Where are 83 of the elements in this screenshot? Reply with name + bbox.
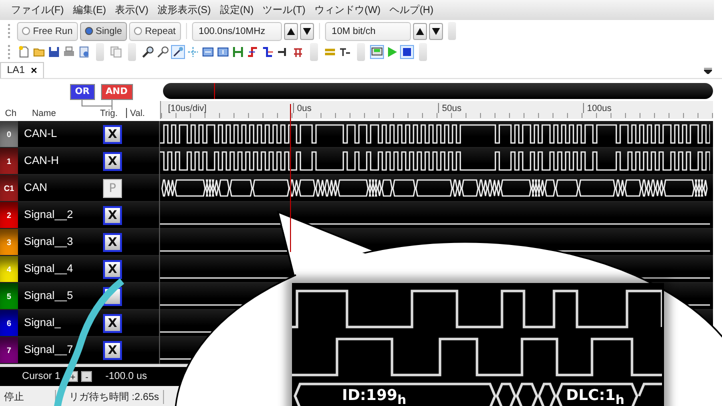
mode-radio-button[interactable]: Repeat — [129, 22, 181, 40]
tab-close-button[interactable]: × — [30, 64, 38, 76]
channel-name[interactable]: Signal__7 — [18, 344, 103, 356]
channel-name[interactable]: Signal__2 — [18, 209, 103, 221]
column-header: Trig. — [100, 108, 119, 118]
channel-name[interactable]: Signal__4 — [18, 263, 103, 275]
up-arrow-icon — [286, 28, 295, 34]
rising-edge-icon[interactable] — [247, 46, 259, 58]
trigger-button[interactable]: X — [103, 314, 122, 332]
stop-icon[interactable] — [401, 46, 413, 58]
trigger-button[interactable]: X — [103, 152, 122, 170]
decrease-button[interactable] — [300, 22, 314, 40]
channel-name[interactable]: CAN-H — [18, 155, 103, 167]
status-text: リガ待ち時間 :2.65s — [56, 390, 164, 404]
document-icon[interactable] — [78, 46, 90, 58]
bus-field-label: ID:199$_{h}$ — [342, 386, 406, 406]
trigger-button[interactable]: X — [103, 206, 122, 224]
increase-button[interactable] — [412, 22, 427, 40]
zoom-in-icon[interactable] — [142, 46, 154, 58]
tab-label[interactable]: LA1 — [7, 65, 25, 76]
channel-number: C1 — [0, 175, 18, 201]
decrease-button[interactable] — [428, 22, 443, 40]
cursor-label: Cursor 1 — [22, 371, 60, 382]
ruler-label: 0us — [293, 103, 312, 113]
overview-marker — [214, 83, 215, 99]
monitor-icon[interactable] — [371, 46, 383, 58]
mode-radio-button[interactable]: Single — [80, 22, 128, 40]
new-file-icon[interactable] — [18, 46, 30, 58]
cursor-value: -100.0 us — [105, 371, 148, 382]
ruler-label: [10us/div] — [167, 103, 207, 113]
trigger-button[interactable]: X — [103, 124, 122, 144]
trigger-logic-button[interactable]: AND — [100, 84, 133, 100]
channel-name[interactable]: CAN-L — [18, 128, 103, 140]
dropdown-icon[interactable] — [704, 68, 712, 74]
status-text: 停止 — [0, 390, 56, 404]
trigger-button[interactable]: X — [103, 340, 122, 360]
save-icon[interactable] — [48, 46, 60, 58]
window-icon[interactable] — [217, 46, 229, 58]
menu-item[interactable]: 設定(N) — [220, 3, 254, 17]
trigger-logic-button[interactable]: OR — [70, 84, 95, 100]
menu-item[interactable]: 波形表示(S) — [157, 3, 211, 17]
channel-number: 6 — [0, 310, 18, 336]
channel-number: 0 — [0, 121, 18, 147]
zoom-out-icon[interactable] — [157, 46, 169, 58]
channel-number: 4 — [0, 256, 18, 282]
falling-edge-icon[interactable] — [262, 46, 274, 58]
bus-field-label: DLC:1$_{h}$ — [566, 386, 624, 406]
trigger-button[interactable]: X — [103, 260, 122, 278]
document-tab[interactable]: LA1 × — [0, 62, 44, 78]
channel-number: 1 — [0, 148, 18, 174]
timebase-field[interactable]: 100.0ns/10MHz — [192, 22, 282, 40]
folder-icon[interactable] — [33, 46, 45, 58]
down-arrow-icon — [302, 28, 311, 34]
increase-button[interactable] — [284, 22, 298, 40]
channel-number: 5 — [0, 283, 18, 309]
menu-item[interactable]: ウィンドウ(W) — [314, 3, 381, 17]
channel-number: 2 — [0, 202, 18, 228]
column-header: Val. — [126, 108, 145, 118]
trigger-button[interactable]: X — [103, 232, 122, 252]
menu-item[interactable]: 表示(V) — [115, 3, 148, 17]
mode-radio-button[interactable]: Free Run — [17, 22, 78, 40]
bitrate-field[interactable]: 10M bit/ch — [324, 22, 411, 40]
down-arrow-icon — [432, 28, 440, 34]
ruler-label: 100us — [583, 103, 612, 113]
remove-cursor-button[interactable]: - — [81, 371, 92, 382]
channel-name[interactable]: Signal_ — [18, 317, 103, 329]
menu-item[interactable]: ファイル(F) — [11, 3, 64, 17]
up-arrow-icon — [416, 28, 424, 34]
marker-icon[interactable] — [232, 46, 244, 58]
column-header: Name — [32, 108, 58, 118]
window-icon[interactable] — [202, 46, 214, 58]
menu-item[interactable]: 編集(E) — [72, 3, 106, 17]
column-header: Ch — [5, 108, 18, 118]
channel-name[interactable]: Signal__5 — [18, 290, 103, 302]
channel-name[interactable]: CAN — [18, 182, 103, 194]
ruler-label: 50us — [438, 103, 462, 113]
print-icon[interactable] — [63, 46, 75, 58]
channel-number: 3 — [0, 229, 18, 255]
menu-item[interactable]: ツール(T) — [262, 3, 306, 17]
zoom-fit-icon[interactable] — [172, 46, 184, 58]
channel-name[interactable]: Signal__3 — [18, 236, 103, 248]
channel-number: 7 — [0, 337, 18, 363]
menu-item[interactable]: ヘルプ(H) — [390, 3, 434, 17]
